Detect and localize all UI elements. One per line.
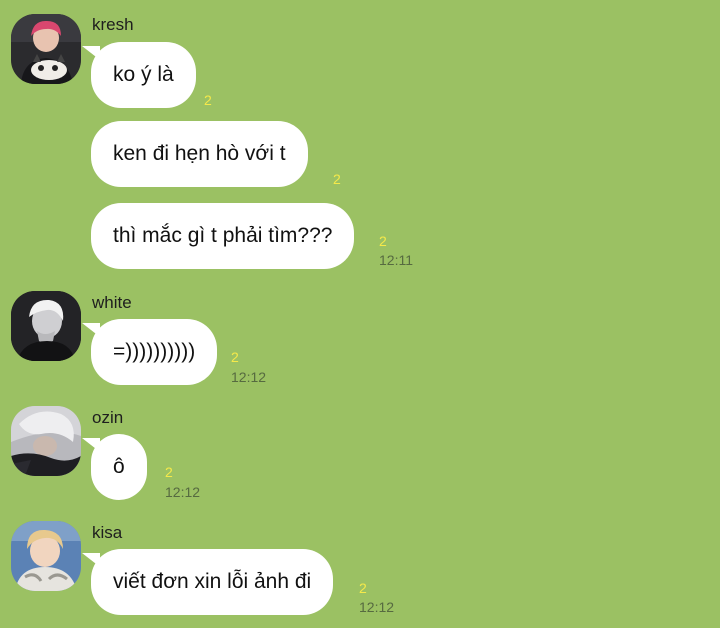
message-text: =)))))))))) [113, 340, 196, 363]
user-avatar-ozin-icon [11, 406, 81, 476]
avatar-ozin[interactable] [11, 406, 81, 476]
read-count: 2 [359, 580, 367, 596]
message-timestamp: 12:11 [379, 252, 413, 268]
user-avatar-white-icon [11, 291, 81, 361]
message-bubble[interactable]: =)))))))))) [81, 319, 218, 385]
message-bubble[interactable]: viết đơn xin lỗi ảnh đi [81, 549, 334, 615]
sender-name: white [92, 293, 132, 312]
read-count: 2 [379, 233, 387, 249]
message-timestamp: 12:12 [165, 484, 201, 500]
sender-name: kisa [92, 523, 123, 542]
message-bubble[interactable]: ô [82, 434, 147, 500]
message-timestamp: 12:12 [359, 599, 395, 615]
sender-name: ozin [92, 408, 124, 427]
avatar-kisa[interactable] [11, 521, 81, 591]
avatar-kresh[interactable] [11, 14, 81, 84]
message-text: viết đơn xin lỗi ảnh đi [113, 570, 312, 593]
avatar-white[interactable] [11, 291, 81, 361]
read-count: 2 [204, 92, 212, 108]
message-text: ko ý là [113, 63, 174, 86]
message-bubble[interactable]: ko ý là [82, 42, 196, 108]
read-count: 2 [165, 464, 173, 480]
message-bubble[interactable]: ken đi hẹn hò với t [91, 121, 308, 187]
sender-name: kresh [92, 15, 134, 34]
message-timestamp: 12:12 [231, 369, 267, 385]
user-avatar-kisa-icon [11, 521, 81, 591]
user-avatar-kresh-icon [11, 14, 81, 84]
read-count: 2 [333, 171, 341, 187]
read-count: 2 [231, 349, 239, 365]
message-text: ken đi hẹn hò với t [113, 142, 286, 165]
message-text: thì mắc gì t phải tìm??? [113, 224, 333, 247]
message-bubble[interactable]: thì mắc gì t phải tìm??? [91, 203, 355, 269]
message-text: ô [113, 455, 125, 478]
